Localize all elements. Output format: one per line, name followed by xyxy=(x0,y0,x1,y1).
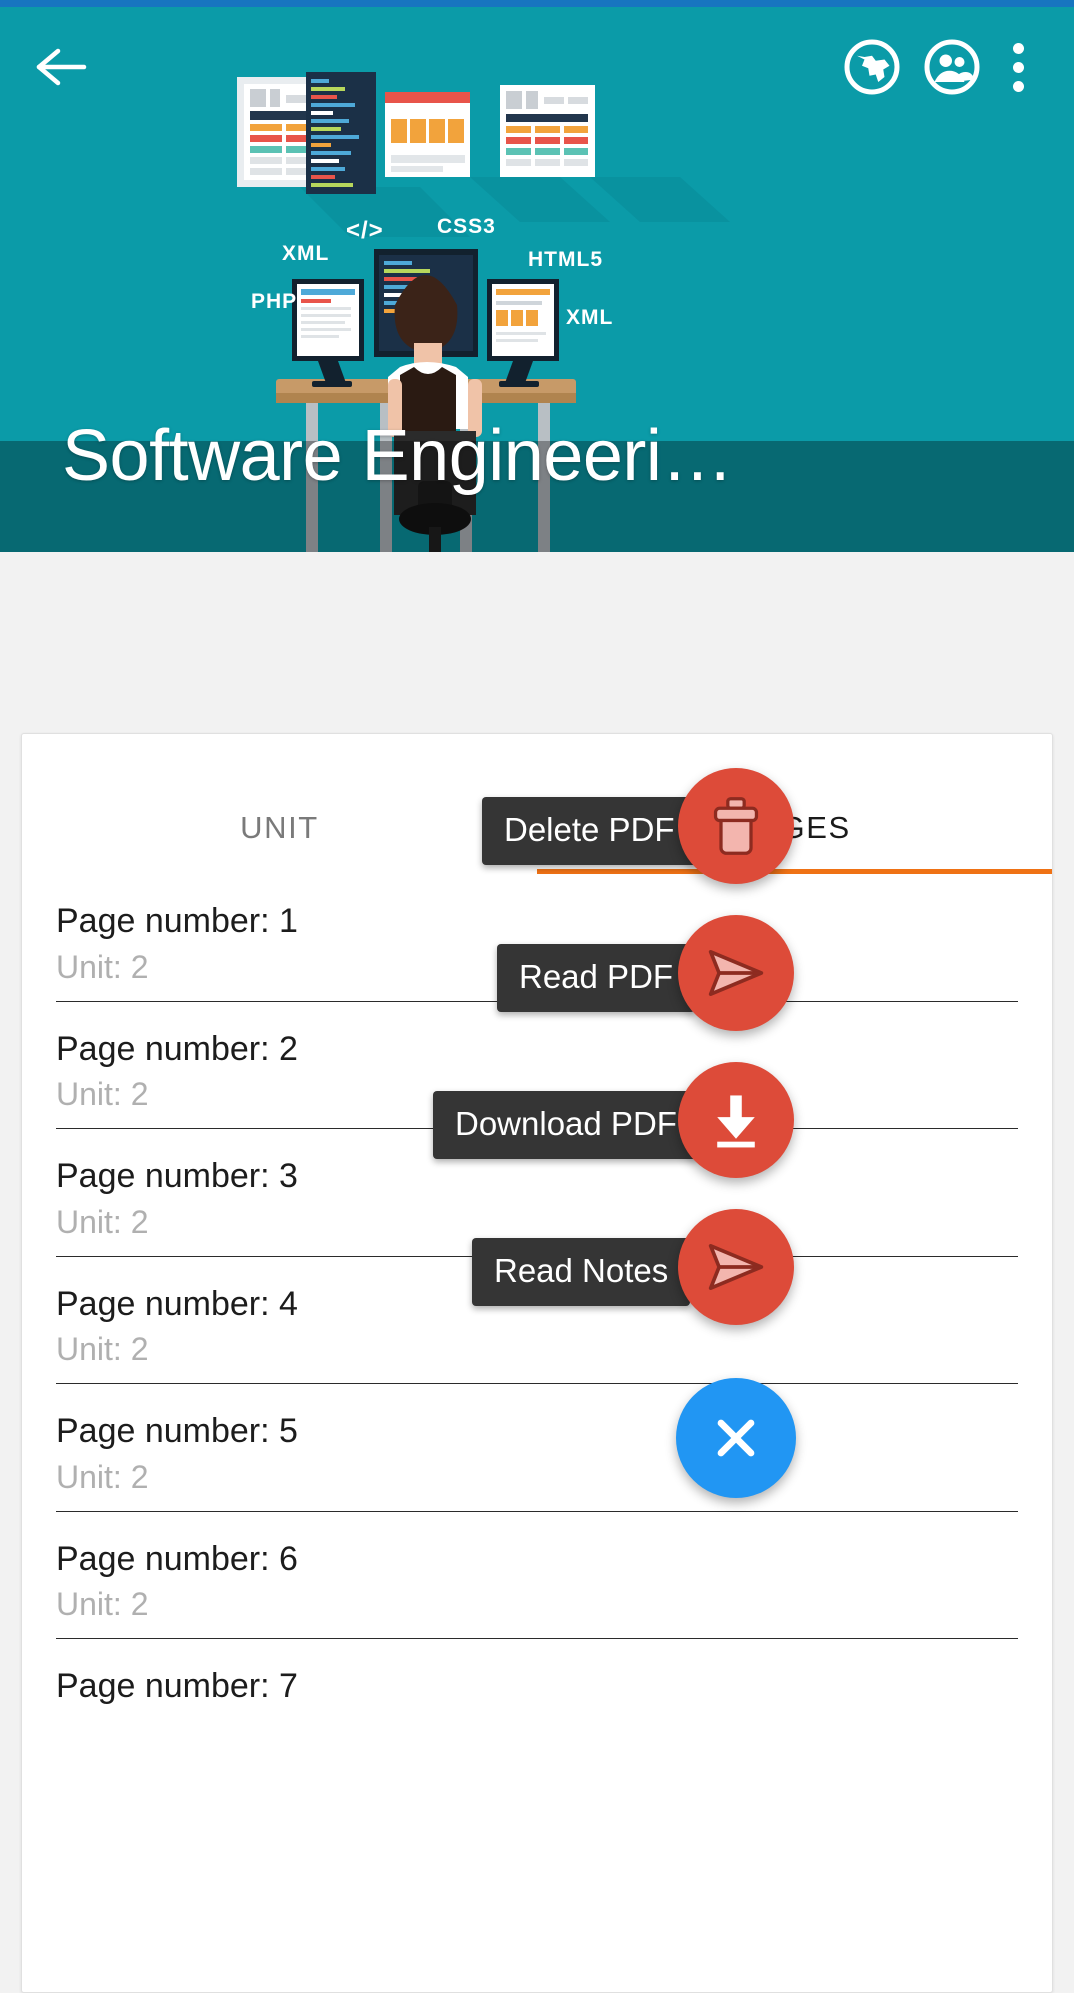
overflow-dot xyxy=(1012,42,1024,54)
globe-glyph xyxy=(844,39,900,95)
overflow-dot xyxy=(1012,61,1024,73)
list-item[interactable]: Page number: 7 xyxy=(56,1639,1018,1708)
fab-close-speed-dial[interactable] xyxy=(676,1378,796,1498)
list-item-title: Page number: 7 xyxy=(56,1667,298,1705)
hero-tag-code: </> xyxy=(346,217,384,244)
download-icon xyxy=(717,1095,755,1148)
group-people-glyph xyxy=(924,39,980,95)
close-icon xyxy=(717,1419,755,1457)
list-item-subtitle: Unit: 2 xyxy=(56,1203,149,1240)
list-item-title: Page number: 5 xyxy=(56,1412,298,1450)
hero-tag-php: PHP xyxy=(251,290,298,313)
group-people-icon[interactable] xyxy=(916,31,988,103)
list-item-subtitle: Unit: 2 xyxy=(56,1331,149,1367)
list-item-title: Page number: 1 xyxy=(56,902,298,940)
list-item-subtitle: Unit: 2 xyxy=(56,1458,149,1495)
status-bar xyxy=(0,0,1074,7)
hero-header: XML </> CSS3 HTML5 PHP XML Software Engi… xyxy=(0,7,1074,552)
list-item[interactable]: Page number: 5 Unit: 2 xyxy=(56,1384,1018,1512)
tab-unit[interactable]: UNIT xyxy=(22,734,537,874)
fab-label-read-pdf[interactable]: Read PDF xyxy=(497,944,696,1012)
hero-tag-css3: CSS3 xyxy=(437,215,496,238)
app-bar xyxy=(0,7,1074,127)
list-item-title: Page number: 6 xyxy=(56,1539,298,1578)
fab-label-delete-pdf[interactable]: Delete PDF xyxy=(482,797,697,865)
list-item-subtitle: Unit: 2 xyxy=(56,1586,149,1622)
fab-delete-pdf[interactable] xyxy=(678,768,794,884)
hero-tag-xml-right: XML xyxy=(566,306,614,329)
list-item-title: Page number: 3 xyxy=(56,1157,298,1195)
tab-unit-label: UNIT xyxy=(240,810,319,845)
fab-download-pdf[interactable] xyxy=(678,1062,794,1178)
content-card: UNIT PAGES Page number: 1 Unit: 2 Page n… xyxy=(21,733,1053,1993)
fab-label-download-pdf[interactable]: Download PDF xyxy=(433,1091,699,1159)
list-item-title: Page number: 2 xyxy=(56,1029,298,1068)
send-icon xyxy=(708,1244,764,1290)
globe-icon[interactable] xyxy=(836,31,908,103)
fab-label-read-notes[interactable]: Read Notes xyxy=(472,1238,691,1306)
back-arrow-glyph xyxy=(36,48,87,86)
list-item[interactable]: Page number: 6 Unit: 2 xyxy=(56,1512,1018,1639)
send-icon xyxy=(708,950,764,996)
overflow-menu-icon[interactable] xyxy=(988,31,1048,103)
hero-tag-html5: HTML5 xyxy=(528,248,603,271)
page-title: Software Engineeri… xyxy=(62,416,733,496)
back-arrow-icon[interactable] xyxy=(26,32,96,102)
overflow-dot xyxy=(1012,80,1024,92)
hero-tag-xml-left: XML xyxy=(282,242,330,265)
fab-read-notes[interactable] xyxy=(678,1209,794,1325)
trash-icon xyxy=(713,797,759,855)
fab-read-pdf[interactable] xyxy=(678,915,794,1031)
